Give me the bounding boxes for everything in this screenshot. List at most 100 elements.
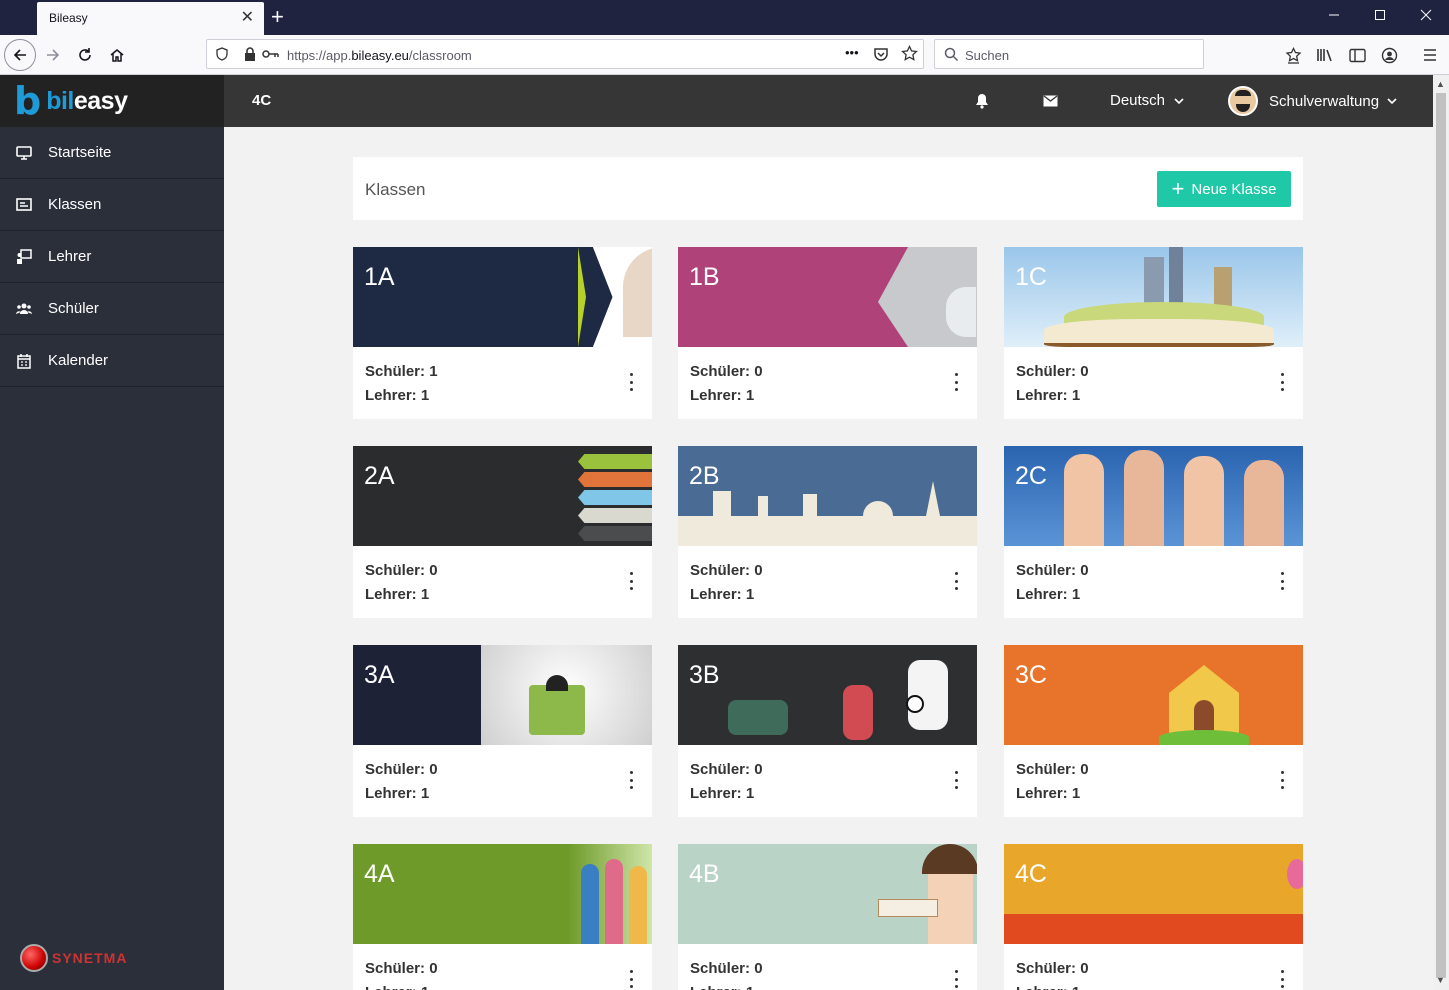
url-text[interactable]: https://app.bileasy.eu/classroom: [287, 48, 472, 63]
lock-icon[interactable]: [243, 46, 257, 67]
account-icon[interactable]: [1378, 44, 1400, 66]
students-label: Schüler:: [365, 960, 426, 977]
students-label: Schüler:: [365, 761, 426, 778]
page-scrollbar[interactable]: ▲ ▼: [1433, 75, 1449, 990]
kebab-menu-icon[interactable]: [1278, 572, 1286, 590]
class-card-3a[interactable]: 3A Schüler: 0 Lehrer: 1: [353, 645, 652, 817]
class-card-image[interactable]: 1B: [678, 247, 977, 347]
class-stats: Schüler: 0 Lehrer: 1: [365, 957, 438, 990]
bell-icon[interactable]: [972, 91, 992, 111]
teachers-label: Lehrer:: [690, 387, 742, 404]
class-card-1c[interactable]: 1C Schüler: 0 Lehrer: 1: [1004, 247, 1303, 419]
class-card-2b[interactable]: 2B Schüler: 0 Lehrer: 1: [678, 446, 977, 618]
class-card-image[interactable]: 1C: [1004, 247, 1303, 347]
class-card-image[interactable]: 4C: [1004, 844, 1303, 944]
teachers-label: Lehrer:: [365, 984, 417, 990]
class-card-3b[interactable]: 3B Schüler: 0 Lehrer: 1: [678, 645, 977, 817]
kebab-menu-icon[interactable]: [952, 572, 960, 590]
teachers-label: Lehrer:: [690, 785, 742, 802]
user-menu[interactable]: Schulverwaltung: [1228, 86, 1397, 116]
class-card-image[interactable]: 3C: [1004, 645, 1303, 745]
new-tab-button[interactable]: +: [271, 5, 284, 29]
class-card-1a[interactable]: 1A Schüler: 1 Lehrer: 1: [353, 247, 652, 419]
hamburger-menu-icon[interactable]: [1419, 44, 1441, 66]
current-class-crumb[interactable]: 4C: [252, 92, 271, 109]
class-card-3c[interactable]: 3C Schüler: 0 Lehrer: 1: [1004, 645, 1303, 817]
pocket-icon[interactable]: [873, 46, 889, 67]
kebab-menu-icon[interactable]: [1278, 373, 1286, 391]
page-actions-icon[interactable]: •••: [845, 45, 859, 60]
kebab-menu-icon[interactable]: [952, 970, 960, 988]
class-card-image[interactable]: 2C: [1004, 446, 1303, 546]
reload-button[interactable]: [70, 40, 100, 70]
mail-icon[interactable]: [1040, 91, 1060, 111]
search-icon: [944, 47, 959, 67]
language-dropdown[interactable]: Deutsch: [1110, 92, 1184, 109]
students-label: Schüler:: [365, 363, 426, 380]
url-bar[interactable]: https://app.bileasy.eu/classroom •••: [206, 39, 924, 69]
forward-button[interactable]: [38, 40, 68, 70]
brand-logo[interactable]: b bileasy: [0, 75, 224, 127]
browser-navbar: https://app.bileasy.eu/classroom ••• Suc…: [0, 35, 1449, 75]
class-card-2a[interactable]: 2A Schüler: 0 Lehrer: 1: [353, 446, 652, 618]
kebab-menu-icon[interactable]: [952, 771, 960, 789]
sidebar-item-schueler[interactable]: Schüler: [0, 283, 224, 335]
scroll-down-icon[interactable]: ▼: [1436, 975, 1445, 985]
kebab-menu-icon[interactable]: [627, 771, 635, 789]
scroll-thumb[interactable]: [1436, 93, 1446, 978]
key-icon[interactable]: [261, 47, 279, 66]
teachers-label: Lehrer:: [690, 586, 742, 603]
class-card-2c[interactable]: 2C Schüler: 0 Lehrer: 1: [1004, 446, 1303, 618]
home-button[interactable]: [102, 40, 132, 70]
class-card-4b[interactable]: 4B Schüler: 0 Lehrer: 1: [678, 844, 977, 990]
bookmarks-menu-icon[interactable]: [1282, 44, 1304, 66]
class-card-4a[interactable]: 4A Schüler: 0 Lehrer: 1: [353, 844, 652, 990]
students-label: Schüler:: [1016, 562, 1077, 579]
maximize-icon[interactable]: [1370, 6, 1390, 26]
class-card-image[interactable]: 3B: [678, 645, 977, 745]
search-bar[interactable]: Suchen: [934, 39, 1204, 69]
sidebar-item-kalender[interactable]: Kalender: [0, 335, 224, 387]
scroll-up-icon[interactable]: ▲: [1436, 79, 1445, 89]
students-count: 0: [429, 761, 438, 778]
class-card-image[interactable]: 2A: [353, 446, 652, 546]
kebab-menu-icon[interactable]: [627, 970, 635, 988]
sidebar-item-lehrer[interactable]: Lehrer: [0, 231, 224, 283]
teachers-label: Lehrer:: [1016, 387, 1068, 404]
class-card-image[interactable]: 4B: [678, 844, 977, 944]
class-card-image[interactable]: 4A: [353, 844, 652, 944]
class-stats: Schüler: 0 Lehrer: 1: [690, 360, 763, 408]
kebab-menu-icon[interactable]: [952, 373, 960, 391]
teachers-count: 1: [1071, 387, 1081, 404]
class-stats: Schüler: 0 Lehrer: 1: [1016, 360, 1089, 408]
sidebar-item-klassen[interactable]: Klassen: [0, 179, 224, 231]
class-card-image[interactable]: 3A: [353, 645, 652, 745]
sidebar-item-startseite[interactable]: Startseite: [0, 127, 224, 179]
minimize-icon[interactable]: [1324, 6, 1344, 26]
teachers-label: Lehrer:: [365, 785, 417, 802]
class-name: 3A: [364, 661, 395, 689]
teacher-icon: [17, 248, 32, 264]
new-class-button[interactable]: + Neue Klasse: [1157, 171, 1291, 207]
students-count: 0: [429, 960, 438, 977]
bookmark-star-icon[interactable]: [901, 44, 918, 67]
chevron-down-icon: [1174, 98, 1184, 105]
class-card-1b[interactable]: 1B Schüler: 0 Lehrer: 1: [678, 247, 977, 419]
synetma-logo: SYNETMA: [20, 944, 127, 972]
class-card-4c[interactable]: 4C Schüler: 0 Lehrer: 1: [1004, 844, 1303, 990]
kebab-menu-icon[interactable]: [1278, 771, 1286, 789]
library-icon[interactable]: [1314, 44, 1336, 66]
shield-icon[interactable]: [215, 47, 229, 66]
browser-titlebar: Bileasy ✕ +: [0, 0, 1449, 35]
browser-tab[interactable]: Bileasy ✕: [37, 2, 264, 35]
class-card-image[interactable]: 2B: [678, 446, 977, 546]
teachers-count: 1: [745, 785, 755, 802]
sidebar-toggle-icon[interactable]: [1346, 44, 1368, 66]
class-card-image[interactable]: 1A: [353, 247, 652, 347]
close-window-icon[interactable]: [1416, 6, 1436, 26]
kebab-menu-icon[interactable]: [627, 373, 635, 391]
tab-close-icon[interactable]: ✕: [241, 8, 254, 28]
kebab-menu-icon[interactable]: [1278, 970, 1286, 988]
back-button[interactable]: [4, 39, 36, 71]
kebab-menu-icon[interactable]: [627, 572, 635, 590]
